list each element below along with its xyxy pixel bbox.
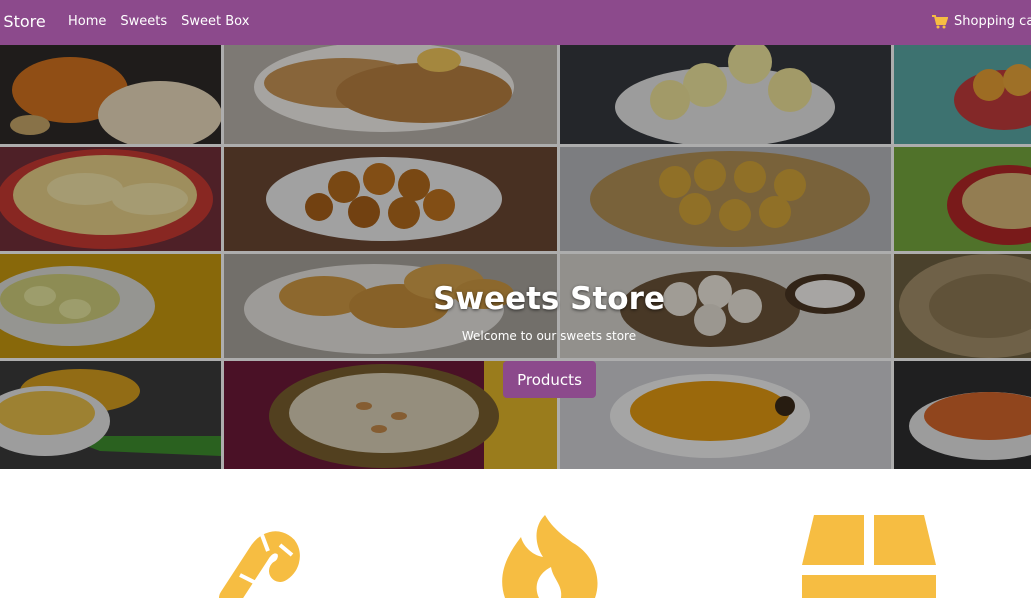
box-icon (802, 515, 936, 598)
shopping-cart-label: Shopping ca (954, 14, 1031, 29)
hero-title: Sweets Store (433, 281, 665, 317)
nav-link-home[interactable]: Home (68, 14, 106, 29)
features-section (0, 469, 1031, 598)
fire-icon (502, 515, 598, 598)
products-button[interactable]: Products (503, 361, 596, 398)
brand-name[interactable]: s Store (0, 12, 46, 31)
candy-cane-icon (219, 531, 300, 598)
hero-dark-overlay (0, 45, 1031, 469)
hero-banner: Sweets Store Welcome to our sweets store… (0, 45, 1031, 469)
shopping-cart-icon (932, 14, 948, 28)
nav-link-sweets[interactable]: Sweets (120, 14, 167, 29)
top-navbar: s Store Home Sweets Sweet Box Shopping c… (0, 0, 1031, 45)
nav-link-sweet-box[interactable]: Sweet Box (181, 14, 249, 29)
nav-links: Home Sweets Sweet Box (68, 14, 249, 29)
shopping-cart-link[interactable]: Shopping ca (932, 14, 1031, 29)
hero-subtitle: Welcome to our sweets store (461, 329, 637, 343)
